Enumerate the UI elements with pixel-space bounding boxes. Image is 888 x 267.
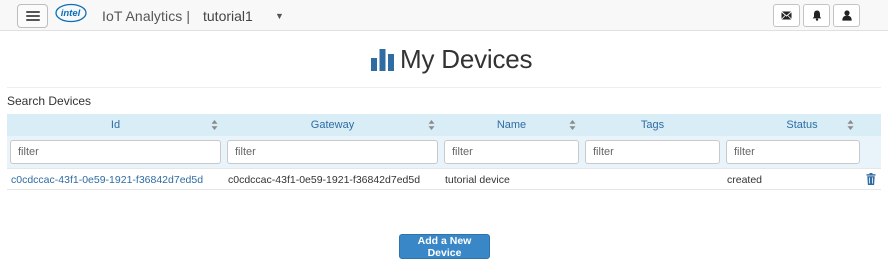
menu-bar bbox=[26, 19, 40, 21]
filter-cell bbox=[224, 136, 441, 168]
user-profile-button[interactable] bbox=[833, 4, 860, 27]
column-header-label: Status bbox=[786, 119, 818, 131]
trash-icon[interactable] bbox=[866, 173, 876, 185]
header-divider bbox=[7, 87, 881, 88]
column-header-gateway[interactable]: Gateway bbox=[224, 114, 441, 136]
column-header-name[interactable]: Name bbox=[441, 114, 582, 136]
table-header-row: Id Gateway Name Tags Status bbox=[7, 114, 881, 136]
column-header-id[interactable]: Id bbox=[7, 114, 224, 136]
column-header-label: Name bbox=[496, 119, 527, 131]
column-header-tags[interactable]: Tags bbox=[582, 114, 723, 136]
device-id-link[interactable]: c0cdccac-43f1-0e59-1921-f36842d7ed5d bbox=[7, 169, 224, 191]
id-filter-input[interactable] bbox=[10, 140, 221, 164]
table-filter-row bbox=[7, 136, 881, 168]
envelope-icon bbox=[781, 11, 792, 20]
app-title: IoT Analytics | bbox=[102, 8, 191, 24]
status-filter-input[interactable] bbox=[726, 140, 860, 164]
device-status: created bbox=[727, 174, 763, 186]
account-selector[interactable]: tutorial1 bbox=[203, 8, 253, 26]
user-icon bbox=[841, 10, 852, 21]
device-name: tutorial device bbox=[445, 174, 510, 186]
bar-chart-icon bbox=[371, 49, 394, 71]
column-header-status[interactable]: Status bbox=[723, 114, 881, 136]
tags-filter-input[interactable] bbox=[585, 140, 720, 164]
top-navbar: intel IoT Analytics | tutorial1 ▼ bbox=[0, 0, 888, 31]
menu-bar bbox=[26, 15, 40, 17]
sort-icon bbox=[211, 120, 218, 130]
gateway-filter-input[interactable] bbox=[227, 140, 438, 164]
sort-icon bbox=[569, 120, 576, 130]
device-tags bbox=[582, 169, 723, 191]
devices-table: Id Gateway Name Tags Status filter filte… bbox=[7, 114, 881, 190]
page-header: My Devices bbox=[371, 42, 533, 76]
sort-icon bbox=[428, 120, 435, 130]
hamburger-menu-button[interactable] bbox=[17, 4, 48, 28]
messages-button[interactable] bbox=[773, 4, 800, 27]
filter-cell bbox=[723, 136, 881, 168]
name-filter-input[interactable] bbox=[444, 140, 579, 164]
column-header-label: Id bbox=[110, 119, 121, 131]
add-new-device-button[interactable]: Add a New Device bbox=[399, 234, 490, 259]
search-devices-label: Search Devices bbox=[7, 94, 92, 108]
logo-text: intel bbox=[61, 8, 81, 19]
chevron-down-icon[interactable]: ▼ bbox=[275, 11, 284, 21]
sort-icon bbox=[847, 120, 854, 130]
filter-cell bbox=[441, 136, 582, 168]
page-title: My Devices bbox=[400, 43, 533, 74]
column-header-label: Tags bbox=[640, 119, 665, 131]
intel-logo[interactable]: intel bbox=[55, 3, 87, 23]
filter-cell bbox=[7, 136, 224, 168]
device-gateway: c0cdccac-43f1-0e59-1921-f36842d7ed5d bbox=[228, 174, 421, 186]
table-row: c0cdccac-43f1-0e59-1921-f36842d7ed5d c0c… bbox=[7, 168, 881, 190]
column-header-label: Gateway bbox=[310, 119, 355, 131]
filter-cell bbox=[582, 136, 723, 168]
bell-icon bbox=[812, 10, 821, 21]
menu-bar bbox=[26, 11, 40, 13]
notifications-button[interactable] bbox=[803, 4, 830, 27]
